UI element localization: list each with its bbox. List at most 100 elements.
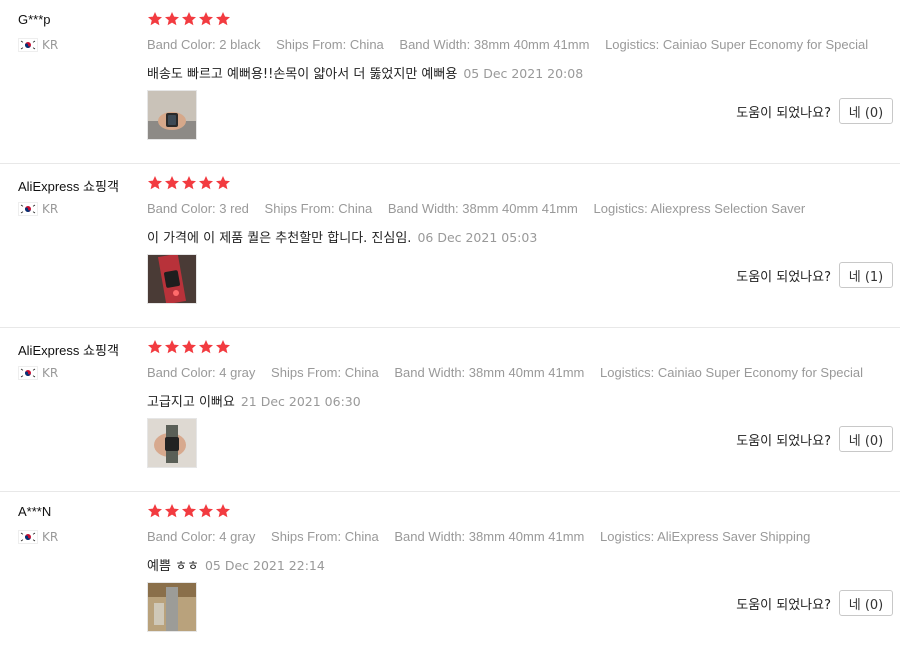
review-body: 이 가격에 이 제품 퀄은 추천할만 합니다. 진심임.: [147, 231, 412, 246]
attr-logistics: Logistics: Cainiao Super Economy for Spe…: [600, 365, 863, 380]
attr-value: China: [349, 37, 384, 52]
attr-logistics: Logistics: Aliexpress Selection Saver: [594, 201, 806, 216]
attr-value: Aliexpress Selection Saver: [650, 201, 806, 216]
attr-band-width: Band Width: 38mm 40mm 41mm: [388, 201, 578, 216]
helpful-question: 도움이 되었나요?: [736, 597, 831, 613]
attr-value: AliExpress Saver Shipping: [657, 529, 811, 544]
attr-value: 38mm 40mm 41mm: [473, 37, 590, 52]
attr-value: 4 gray: [219, 365, 256, 380]
korea-flag-icon: [18, 38, 38, 52]
attr-value: Cainiao Super Economy for Special: [657, 365, 864, 380]
star-icon: [165, 504, 179, 518]
attr-label: Ships From:: [276, 37, 347, 52]
helpful-question: 도움이 되었나요?: [736, 433, 831, 449]
attr-label: Band Color:: [147, 37, 216, 52]
attr-ships-from: Ships From: China: [265, 201, 373, 216]
review-date: 06 Dec 2021 05:03: [417, 230, 538, 245]
attr-value: 3 red: [219, 201, 249, 216]
star-rating: [147, 339, 232, 357]
star-icon: [165, 340, 179, 354]
reviewer-name[interactable]: AliExpress 쇼핑객: [18, 176, 119, 195]
attr-value: 2 black: [219, 37, 261, 52]
country-code: KR: [42, 202, 59, 216]
attr-band-width: Band Width: 38mm 40mm 41mm: [399, 37, 589, 52]
review-date: 05 Dec 2021 22:14: [204, 558, 325, 573]
attr-label: Band Width:: [399, 37, 471, 52]
attr-band-width: Band Width: 38mm 40mm 41mm: [394, 529, 584, 544]
review-text: 배송도 빠르고 예뻐용!!손목이 얇아서 더 뚫었지만 예뻐용 05 Dec 20…: [147, 63, 583, 82]
attr-value: China: [338, 201, 373, 216]
review-photo[interactable]: [147, 254, 197, 304]
attr-value: 38mm 40mm 41mm: [468, 529, 585, 544]
review-photo[interactable]: [147, 582, 197, 632]
reviewer-country: KR: [18, 38, 58, 52]
reviewer-name[interactable]: A***N: [18, 504, 51, 519]
star-icon: [148, 12, 162, 26]
review-item: AliExpress 쇼핑객 KR Band Color: 4 gray Shi…: [0, 328, 900, 492]
country-code: KR: [42, 38, 59, 52]
attr-value: China: [344, 529, 379, 544]
attr-label: Ships From:: [264, 201, 335, 216]
star-icon: [199, 504, 213, 518]
product-attributes: Band Color: 2 black Ships From: China Ba…: [147, 37, 880, 52]
attr-band-color: Band Color: 3 red: [147, 201, 249, 216]
reviewer-country: KR: [18, 530, 58, 544]
attr-band-color: Band Color: 2 black: [147, 37, 260, 52]
reviewer-name[interactable]: G***p: [18, 12, 51, 27]
helpful-yes-button[interactable]: 네 (0): [839, 426, 893, 452]
helpful-yes-button[interactable]: 네 (0): [839, 98, 893, 124]
attr-label: Band Color:: [147, 529, 216, 544]
attr-ships-from: Ships From: China: [271, 365, 379, 380]
helpful-section: 도움이 되었나요? 네 (0): [736, 590, 893, 616]
attr-label: Logistics:: [600, 365, 655, 380]
attr-ships-from: Ships From: China: [271, 529, 379, 544]
review-body: 예쁨 ㅎㅎ: [147, 559, 199, 574]
reviewer-name[interactable]: AliExpress 쇼핑객: [18, 340, 119, 359]
korea-flag-icon: [18, 366, 38, 380]
star-icon: [216, 12, 230, 26]
review-photo[interactable]: [147, 90, 197, 140]
attr-label: Band Width:: [394, 529, 466, 544]
star-icon: [182, 504, 196, 518]
helpful-section: 도움이 되었나요? 네 (0): [736, 426, 893, 452]
review-text: 예쁨 ㅎㅎ 05 Dec 2021 22:14: [147, 555, 325, 574]
review-text: 이 가격에 이 제품 퀄은 추천할만 합니다. 진심임. 06 Dec 2021 …: [147, 227, 537, 246]
review-photo[interactable]: [147, 418, 197, 468]
star-rating: [147, 503, 232, 521]
star-icon: [165, 12, 179, 26]
reviewer-country: KR: [18, 366, 58, 380]
attr-ships-from: Ships From: China: [276, 37, 384, 52]
star-icon: [216, 176, 230, 190]
attr-label: Ships From:: [271, 365, 342, 380]
helpful-section: 도움이 되었나요? 네 (1): [736, 262, 893, 288]
product-attributes: Band Color: 4 gray Ships From: China Ban…: [147, 365, 875, 380]
helpful-question: 도움이 되었나요?: [736, 105, 831, 121]
product-attributes: Band Color: 3 red Ships From: China Band…: [147, 201, 817, 216]
star-icon: [148, 504, 162, 518]
attr-label: Logistics:: [600, 529, 655, 544]
review-body: 고급지고 이뻐요: [147, 395, 235, 410]
helpful-yes-button[interactable]: 네 (1): [839, 262, 893, 288]
star-rating: [147, 175, 232, 193]
review-date: 05 Dec 2021 20:08: [463, 66, 584, 81]
attr-label: Band Width:: [394, 365, 466, 380]
attr-logistics: Logistics: Cainiao Super Economy for Spe…: [605, 37, 868, 52]
review-date: 21 Dec 2021 06:30: [240, 394, 361, 409]
attr-logistics: Logistics: AliExpress Saver Shipping: [600, 529, 810, 544]
star-icon: [199, 176, 213, 190]
helpful-section: 도움이 되었나요? 네 (0): [736, 98, 893, 124]
star-icon: [182, 340, 196, 354]
attr-label: Band Color:: [147, 201, 216, 216]
star-icon: [216, 504, 230, 518]
attr-value: 4 gray: [219, 529, 256, 544]
review-text: 고급지고 이뻐요 21 Dec 2021 06:30: [147, 391, 361, 410]
attr-label: Logistics:: [593, 201, 648, 216]
star-icon: [165, 176, 179, 190]
attr-value: 38mm 40mm 41mm: [468, 365, 585, 380]
country-code: KR: [42, 530, 59, 544]
attr-label: Band Width:: [387, 201, 459, 216]
helpful-yes-button[interactable]: 네 (0): [839, 590, 893, 616]
country-code: KR: [42, 366, 59, 380]
star-icon: [216, 340, 230, 354]
reviewer-country: KR: [18, 202, 58, 216]
